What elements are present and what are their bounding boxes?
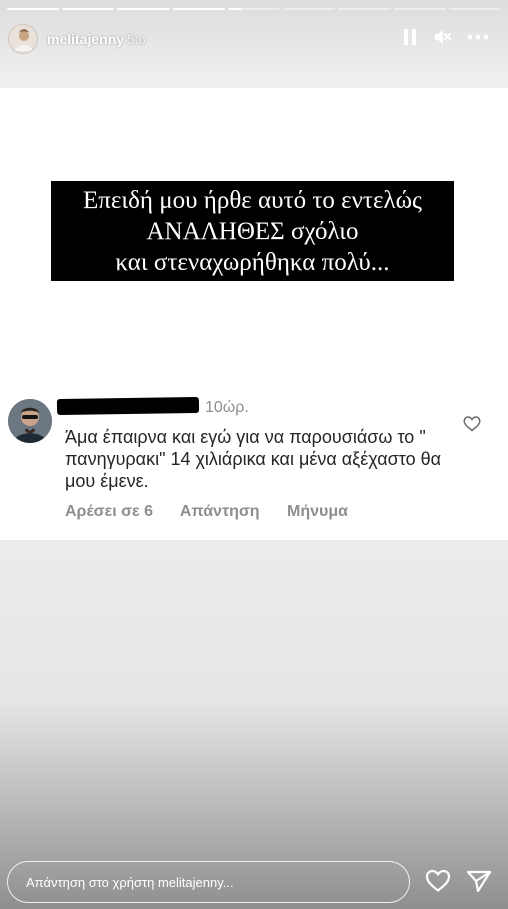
progress-segment xyxy=(448,8,501,10)
comment-actions: Αρέσει σε 6 Απάντηση Μήνυμα xyxy=(65,503,371,521)
avatar[interactable] xyxy=(8,24,38,54)
progress-segment xyxy=(117,8,170,10)
mute-icon[interactable] xyxy=(434,28,452,51)
comment-message: Μήνυμα xyxy=(287,503,348,520)
story-header: melitajenny 5ω xyxy=(0,18,508,62)
comment-time: 10ώρ. xyxy=(205,399,249,416)
comment-text: Άμα έπαιρνα και εγώ για να παρουσιάσω το… xyxy=(65,427,442,491)
reply-input[interactable] xyxy=(7,861,410,903)
progress-segment xyxy=(172,8,225,10)
progress-segment xyxy=(7,8,60,10)
progress-segment xyxy=(338,8,391,10)
more-icon[interactable] xyxy=(467,28,489,51)
progress-segment xyxy=(283,8,336,10)
story-time: 5ω xyxy=(127,31,146,47)
pause-icon[interactable] xyxy=(403,28,417,51)
comment-reply: Απάντηση xyxy=(179,503,260,520)
commenter-avatar xyxy=(8,399,52,443)
story-caption-text: Επειδή μου ήρθε αυτό το εντελώς ΑΝΑΛΗΘΕΣ… xyxy=(83,186,422,276)
redacted-username xyxy=(56,397,200,415)
send-icon[interactable] xyxy=(466,869,492,898)
heart-icon xyxy=(463,416,481,437)
story-progress-bar xyxy=(7,8,501,11)
story-caption-box: Επειδή μου ήρθε αυτό το εντελώς ΑΝΑΛΗΘΕΣ… xyxy=(51,181,454,281)
progress-segment xyxy=(393,8,446,10)
progress-segment xyxy=(227,8,281,10)
comment-likes: Αρέσει σε 6 xyxy=(65,503,153,520)
heart-icon[interactable] xyxy=(425,869,451,898)
progress-segment xyxy=(62,8,115,10)
story-username[interactable]: melitajenny xyxy=(47,31,124,47)
